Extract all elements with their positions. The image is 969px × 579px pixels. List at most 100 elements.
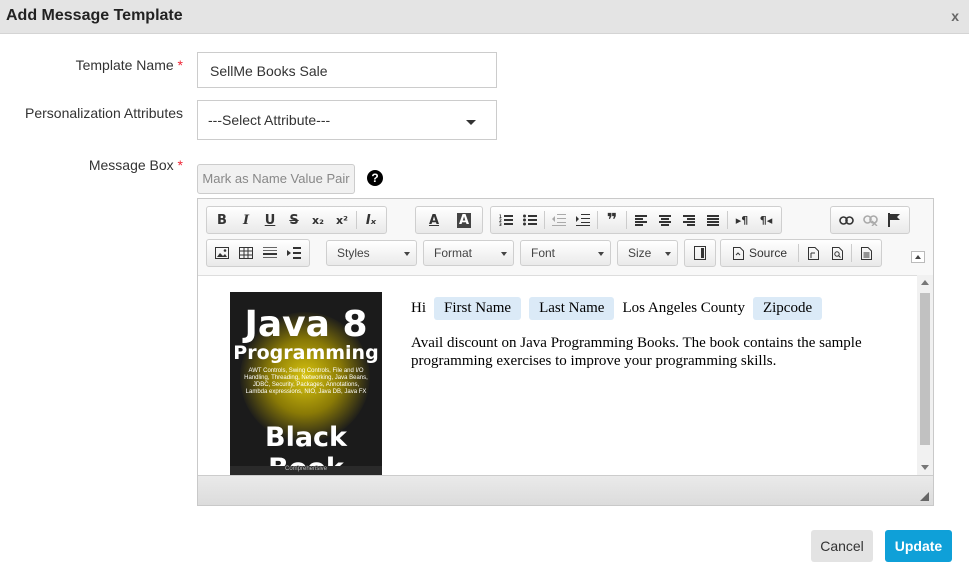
dialog-header: Add Message Template x — [0, 0, 969, 34]
maximize-icon[interactable] — [688, 242, 712, 264]
remove-format-button[interactable]: Iₓ — [359, 209, 383, 231]
decrease-indent-icon[interactable] — [547, 209, 571, 231]
strikethrough-button[interactable]: S — [282, 209, 306, 231]
book-title-line1: Java 8 — [244, 304, 368, 345]
scrollbar-thumb[interactable] — [920, 293, 930, 445]
dialog-title: Add Message Template — [6, 7, 183, 24]
toolbar-separator — [544, 211, 545, 229]
first-name-token[interactable]: First Name — [434, 296, 522, 320]
superscript-button[interactable]: x² — [330, 209, 354, 231]
source-button-label: Source — [748, 246, 788, 260]
chevron-down-icon — [404, 252, 410, 256]
book-subtitle: AWT Controls, Swing Controls, File and I… — [244, 368, 368, 395]
chevron-down-icon — [665, 252, 671, 256]
text-direction-ltr-button[interactable]: ▸¶ — [730, 209, 754, 231]
maximize-group — [684, 239, 716, 267]
help-icon[interactable]: ? — [367, 170, 383, 186]
collapse-toolbar-button[interactable] — [911, 251, 925, 263]
template-name-input[interactable]: SellMe Books Sale — [197, 52, 497, 88]
horizontal-line-icon[interactable] — [258, 242, 282, 264]
blockquote-button[interactable]: ❞ — [600, 209, 624, 231]
personalization-select-value: ---Select Attribute--- — [208, 112, 331, 128]
background-color-button[interactable]: A — [449, 209, 479, 231]
text-color-button[interactable]: A — [419, 209, 449, 231]
scroll-up-icon[interactable] — [921, 280, 929, 285]
align-left-icon[interactable] — [629, 209, 653, 231]
increase-indent-icon[interactable] — [571, 209, 595, 231]
styles-dropdown[interactable]: Styles — [326, 240, 417, 266]
bold-button[interactable]: B — [210, 209, 234, 231]
justify-icon[interactable] — [701, 209, 725, 231]
align-center-icon[interactable] — [653, 209, 677, 231]
editor-statusbar — [198, 475, 933, 505]
mark-name-value-pair-button[interactable]: Mark as Name Value Pair — [197, 164, 355, 194]
personalization-label: Personalization Attributes — [25, 105, 183, 121]
bulleted-list-icon[interactable] — [518, 209, 542, 231]
close-icon[interactable]: x — [951, 8, 959, 24]
chevron-down-icon — [501, 252, 507, 256]
size-dropdown-label: Size — [628, 246, 652, 260]
links-group — [830, 206, 910, 234]
unlink-icon[interactable] — [858, 209, 882, 231]
background-color-icon: A — [456, 212, 472, 228]
editor-content[interactable]: Java 8 Programming AWT Controls, Swing C… — [198, 275, 917, 475]
toolbar-separator — [597, 211, 598, 229]
numbered-list-icon[interactable]: 123 — [494, 209, 518, 231]
toolbar-separator — [798, 244, 799, 262]
book-title-line2: Programming — [233, 342, 379, 364]
basic-styles-group: B I U S x₂ x² Iₓ — [206, 206, 387, 234]
format-dropdown[interactable]: Format — [423, 240, 514, 266]
location-text: Los Angeles County — [622, 299, 745, 316]
cancel-button[interactable]: Cancel — [811, 530, 873, 562]
anchor-flag-icon[interactable] — [882, 209, 906, 231]
image-icon[interactable] — [210, 242, 234, 264]
format-dropdown-label: Format — [434, 246, 473, 260]
greeting-line: Hi First Name Last Name Los Angeles Coun… — [411, 294, 906, 322]
message-box-label: Message Box * — [20, 157, 183, 173]
toolbar-separator — [626, 211, 627, 229]
size-dropdown[interactable]: Size — [617, 240, 678, 266]
preview-icon[interactable] — [825, 242, 849, 264]
rich-text-editor: B I U S x₂ x² Iₓ A A 123 ❞ ▸¶ ¶◂ Styles … — [197, 198, 934, 506]
scroll-down-icon[interactable] — [921, 465, 929, 470]
greeting-text: Hi — [411, 299, 426, 316]
last-name-token[interactable]: Last Name — [529, 296, 615, 320]
required-mark: * — [177, 157, 183, 173]
table-icon[interactable] — [234, 242, 258, 264]
subscript-button[interactable]: x₂ — [306, 209, 330, 231]
resize-handle-icon[interactable] — [920, 492, 929, 501]
message-paragraph: Avail discount on Java Programming Books… — [411, 335, 862, 369]
source-button[interactable]: Source — [724, 242, 796, 264]
insert-group — [206, 239, 310, 267]
svg-text:3: 3 — [499, 222, 502, 226]
indent-block-icon[interactable] — [282, 242, 306, 264]
link-icon[interactable] — [834, 209, 858, 231]
font-dropdown-label: Font — [531, 246, 556, 260]
templates-icon[interactable] — [854, 242, 878, 264]
italic-button[interactable]: I — [234, 209, 258, 231]
styles-dropdown-label: Styles — [337, 246, 370, 260]
book-footer: Comprehensive — [230, 466, 382, 475]
chevron-down-icon — [598, 252, 604, 256]
editor-scrollbar[interactable] — [917, 275, 933, 475]
text-direction-rtl-button[interactable]: ¶◂ — [754, 209, 778, 231]
chevron-down-icon — [466, 120, 476, 125]
template-name-label-text: Template Name — [75, 57, 174, 73]
message-box-label-text: Message Box — [88, 157, 174, 173]
save-document-icon[interactable] — [801, 242, 825, 264]
colors-group: A A — [415, 206, 483, 234]
toolbar-separator — [851, 244, 852, 262]
underline-button[interactable]: U — [258, 209, 282, 231]
document-group: Source — [720, 239, 882, 267]
required-mark: * — [177, 57, 183, 73]
paragraph-group: 123 ❞ ▸¶ ¶◂ — [490, 206, 782, 234]
message-text: Hi First Name Last Name Los Angeles Coun… — [411, 294, 906, 370]
align-right-icon[interactable] — [677, 209, 701, 231]
update-button[interactable]: Update — [885, 530, 952, 562]
personalization-select[interactable]: ---Select Attribute--- — [197, 100, 497, 140]
font-dropdown[interactable]: Font — [520, 240, 611, 266]
zipcode-token[interactable]: Zipcode — [752, 296, 823, 320]
book-cover-image: Java 8 Programming AWT Controls, Swing C… — [230, 292, 382, 475]
toolbar-separator — [727, 211, 728, 229]
toolbar-separator — [356, 211, 357, 229]
